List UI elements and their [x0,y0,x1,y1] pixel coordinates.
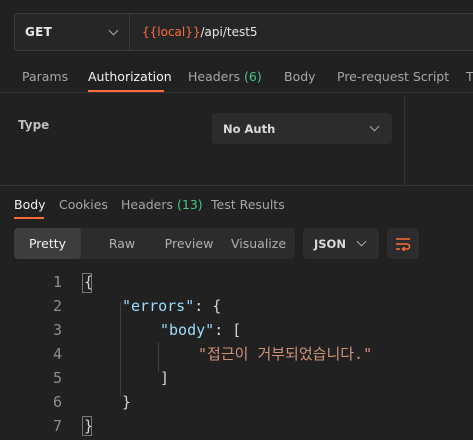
format-select[interactable]: JSON [303,228,379,259]
tab-label: Headers [121,197,174,212]
pane-divider [404,96,405,185]
tab-headers[interactable]: Headers (6) [188,69,262,84]
auth-type-select[interactable]: No Auth [212,113,392,144]
url-variable: {{local}} [142,25,201,39]
code-line: 6 } [0,390,473,414]
code-line: 4 "접근이 거부되었습니다." [0,342,473,366]
response-tab-cookies[interactable]: Cookies [59,197,108,212]
line-number: 2 [52,297,62,315]
tab-body[interactable]: Body [284,69,316,84]
active-response-tab-indicator [14,217,44,219]
json-key: "body" [160,321,215,339]
url-input[interactable]: {{local}}/api/test5 [130,25,258,39]
tab-label: Body [14,197,46,212]
chevron-down-icon [369,121,380,132]
line-number: 5 [52,369,62,387]
view-pretty-button[interactable]: Pretty [14,228,81,259]
tab-label: Body [284,69,316,84]
line-number: 3 [52,321,62,339]
code-text: : [ [214,321,242,339]
line-number: 6 [52,393,62,411]
tab-count: (13) [177,197,203,212]
request-bar: GET {{local}}/api/test5 [14,13,473,51]
response-body[interactable]: 1 { 2 "errors": { 3 "body": [ 4 "접근이 거부되… [0,270,473,440]
tab-label: T [466,69,473,84]
divider [0,92,473,93]
wrap-lines-button[interactable] [387,228,419,259]
tab-label: Test Results [211,197,285,212]
code-text: } [84,417,94,435]
code-line: 2 "errors": { [0,294,473,318]
tab-label: Cookies [59,197,108,212]
json-key: "errors" [122,297,195,315]
code-line: 7 } [0,414,473,438]
tab-label: Authorization [88,69,172,84]
response-divider[interactable] [0,185,473,186]
response-tab-headers[interactable]: Headers (13) [121,197,203,212]
tab-count: (6) [244,69,262,84]
view-visualize-button[interactable]: Visualize [222,228,295,259]
code-text: } [122,393,132,411]
auth-type-value: No Auth [223,121,276,136]
code-text: { [84,273,94,291]
chevron-down-icon [356,236,367,247]
view-mode-selector: Pretty Raw Preview Visualize [14,228,295,259]
tab-pre-request-script[interactable]: Pre-request Script [337,69,449,84]
line-number: 4 [52,345,62,363]
code-line: 1 { [0,270,473,294]
auth-type-label: Type [18,118,50,132]
line-number: 7 [52,417,62,435]
tab-tests[interactable]: T [466,69,473,84]
tab-authorization[interactable]: Authorization [88,69,172,84]
line-number: 1 [52,273,62,291]
view-raw-button[interactable]: Raw [88,228,156,259]
code-line: 3 "body": [ [0,318,473,342]
tab-label: Params [22,69,69,84]
wrap-lines-icon [396,237,411,251]
response-tab-test-results[interactable]: Test Results [211,197,285,212]
json-string: "접근이 거부되었습니다." [198,345,373,363]
view-preview-button[interactable]: Preview [148,228,230,259]
format-value: JSON [314,236,346,251]
code-text: ] [160,369,170,387]
request-tabs: Params Authorization Headers (6) Body Pr… [0,60,473,93]
code-line: 5 ] [0,366,473,390]
method-select[interactable]: GET [15,14,130,50]
tab-label: Pre-request Script [337,69,450,84]
url-path: /api/test5 [200,25,258,39]
response-tab-body[interactable]: Body [14,197,46,212]
code-text: : { [194,297,222,315]
chevron-down-icon [108,25,119,36]
method-label: GET [25,25,53,39]
tab-label: Headers [188,69,241,84]
tab-params[interactable]: Params [22,69,68,84]
